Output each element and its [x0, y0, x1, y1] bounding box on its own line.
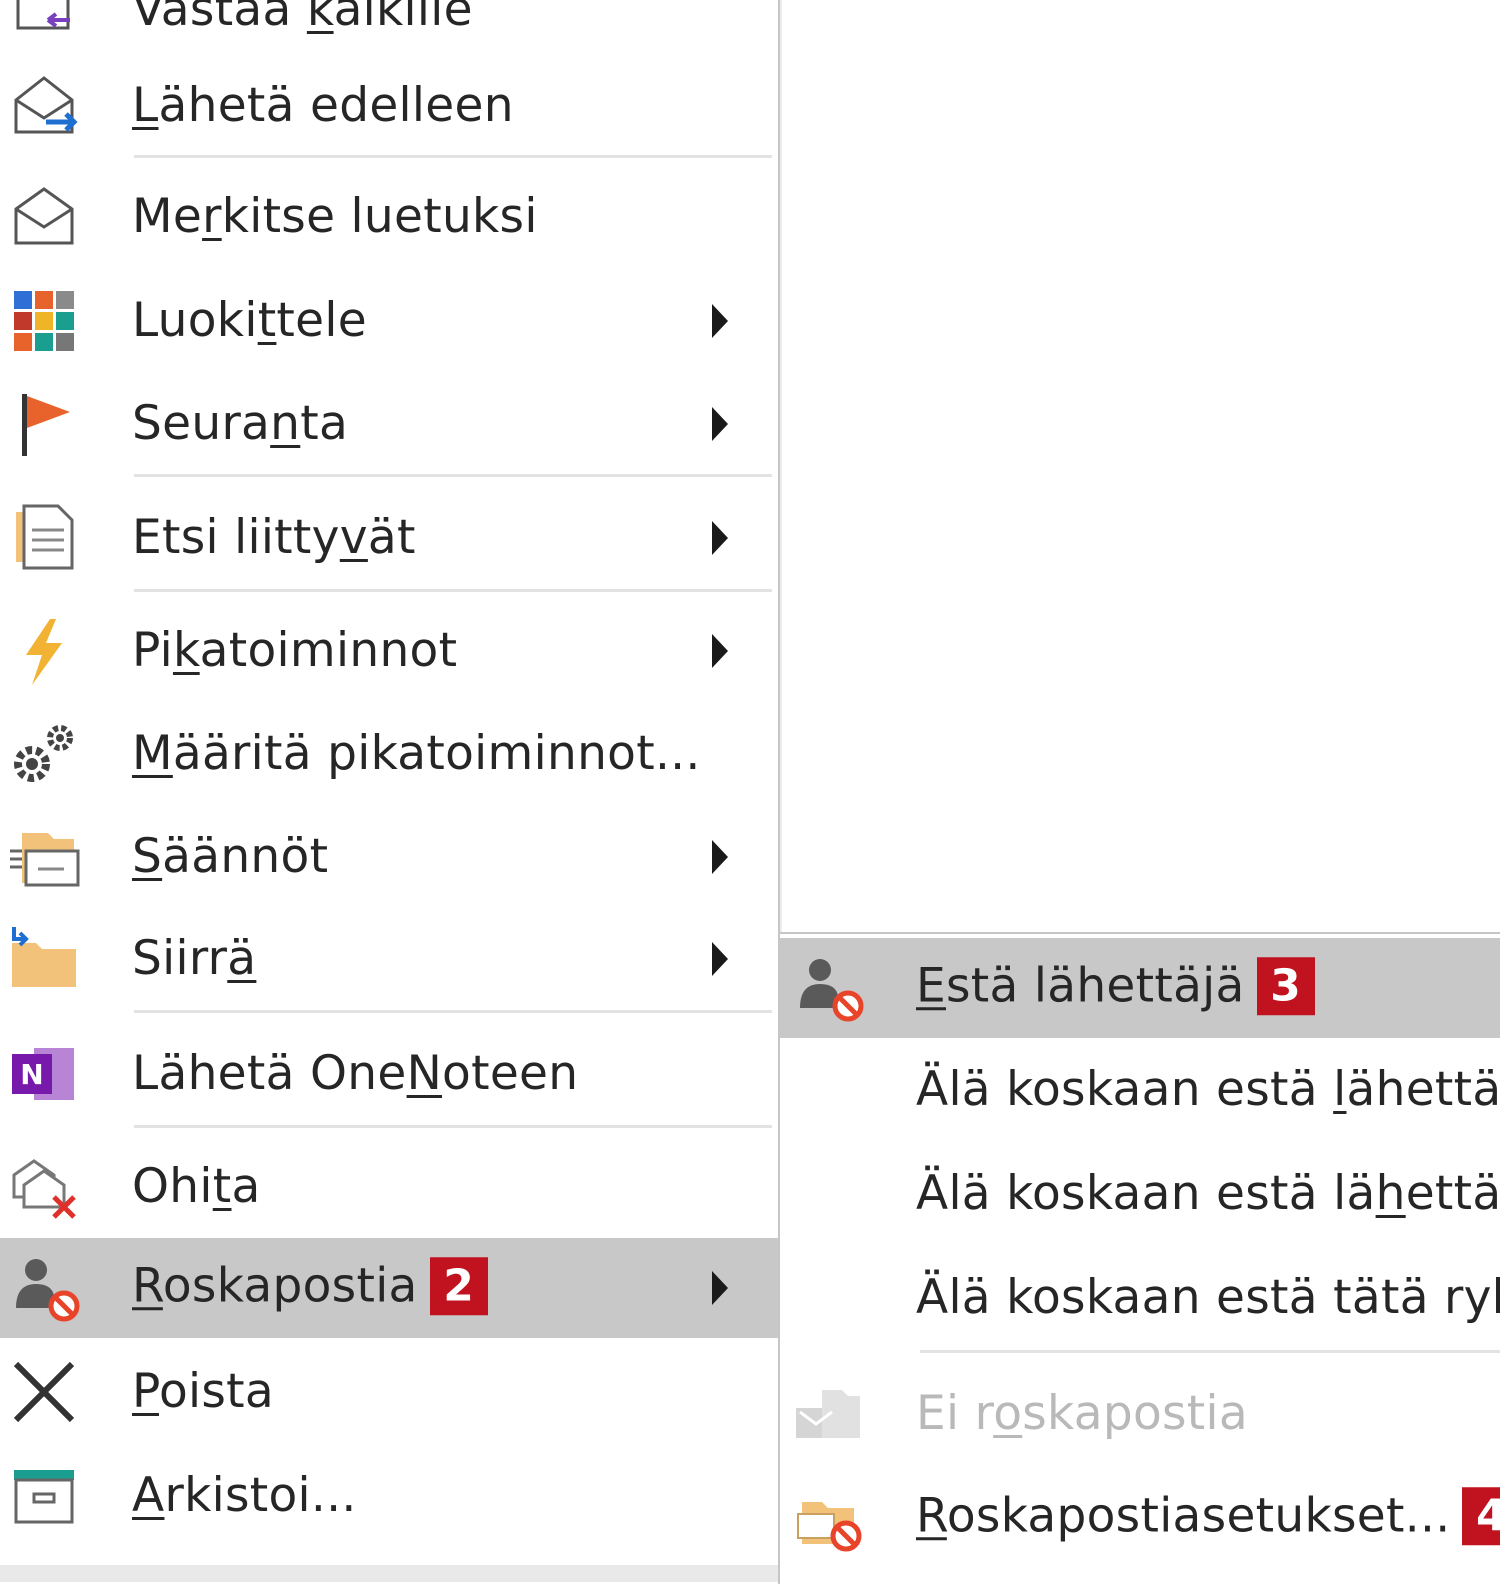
reply-all-icon [8, 0, 80, 46]
submenu-arrow-icon [712, 304, 728, 338]
block-sender-icon [792, 952, 864, 1024]
menu-separator [134, 474, 772, 477]
menu-separator [920, 1350, 1500, 1353]
menu-separator [134, 589, 772, 592]
related-document-icon [8, 502, 80, 574]
submenu-arrow-icon [712, 407, 728, 441]
submenu-item-block-sender[interactable]: Estä lähettäjä 3 [780, 938, 1500, 1038]
step-badge: 3 [1256, 956, 1315, 1015]
menu-item-archive[interactable]: Arkistoi... [0, 1444, 778, 1548]
menu-bottom-edge [0, 1565, 778, 1582]
submenu-item-never-block-group[interactable]: Älä koskaan estä tätä ryhm [780, 1246, 1500, 1350]
menu-item-forward[interactable]: Lähetä edelleen [0, 58, 778, 154]
menu-item-reply-all[interactable]: Vastaa kaikille [0, 0, 778, 58]
submenu-arrow-icon [712, 840, 728, 874]
menu-item-ignore[interactable]: Ohita [0, 1136, 778, 1238]
archive-icon [8, 1460, 80, 1532]
menu-item-rules[interactable]: Säännöt [0, 806, 778, 908]
junk-options-icon [792, 1482, 864, 1554]
menu-separator [134, 155, 772, 158]
lightning-icon [8, 615, 80, 687]
submenu-arrow-icon [712, 1271, 728, 1305]
submenu-item-not-junk: Ei roskapostia [780, 1362, 1500, 1466]
menu-item-follow-up[interactable]: Seuranta [0, 373, 778, 475]
menu-item-manage-quick-steps[interactable]: Määritä pikatoiminnot... [0, 703, 778, 805]
step-badge: 4 [1462, 1486, 1500, 1545]
delete-icon [8, 1356, 80, 1428]
menu-item-send-to-onenote[interactable]: N Lähetä OneNoteen [0, 1022, 778, 1126]
forward-icon [8, 70, 80, 142]
onenote-icon: N [8, 1038, 80, 1110]
not-junk-icon [792, 1378, 864, 1450]
submenu-arrow-icon [712, 942, 728, 976]
flag-icon [8, 388, 80, 460]
submenu-arrow-icon [712, 521, 728, 555]
menu-separator [134, 1010, 772, 1013]
menu-item-junk[interactable]: Roskapostia 2 [0, 1238, 778, 1338]
junk-submenu: Estä lähettäjä 3 Älä koskaan estä lähettä… [778, 932, 1500, 1584]
submenu-item-junk-options[interactable]: Roskapostiasetukset... 4 [780, 1466, 1500, 1570]
rules-icon [8, 821, 80, 893]
context-menu: Vastaa kaikille Lähetä edelleen Merkitse… [0, 0, 780, 1582]
submenu-arrow-icon [712, 634, 728, 668]
submenu-item-never-block-sender-domain[interactable]: Älä koskaan estä lähettäjä [780, 1142, 1500, 1246]
submenu-item-never-block-sender[interactable]: Älä koskaan estä lähettäjä [780, 1038, 1500, 1142]
menu-item-move[interactable]: Siirrä [0, 908, 778, 1010]
menu-item-delete[interactable]: Poista [0, 1340, 778, 1444]
menu-item-quick-steps[interactable]: Pikatoiminnot [0, 600, 778, 702]
junk-person-icon [8, 1252, 80, 1324]
menu-item-find-related[interactable]: Etsi liittyvät [0, 486, 778, 590]
gears-icon [8, 718, 80, 790]
step-badge: 2 [429, 1256, 488, 1315]
move-folder-icon [8, 923, 80, 995]
categorize-icon [8, 285, 80, 357]
mark-read-icon [8, 181, 80, 253]
svg-text:N: N [20, 1058, 43, 1091]
menu-separator [134, 1125, 772, 1128]
menu-item-mark-read[interactable]: Merkitse luetuksi [0, 166, 778, 268]
ignore-icon [8, 1151, 80, 1223]
menu-item-categorize[interactable]: Luokittele [0, 270, 778, 372]
